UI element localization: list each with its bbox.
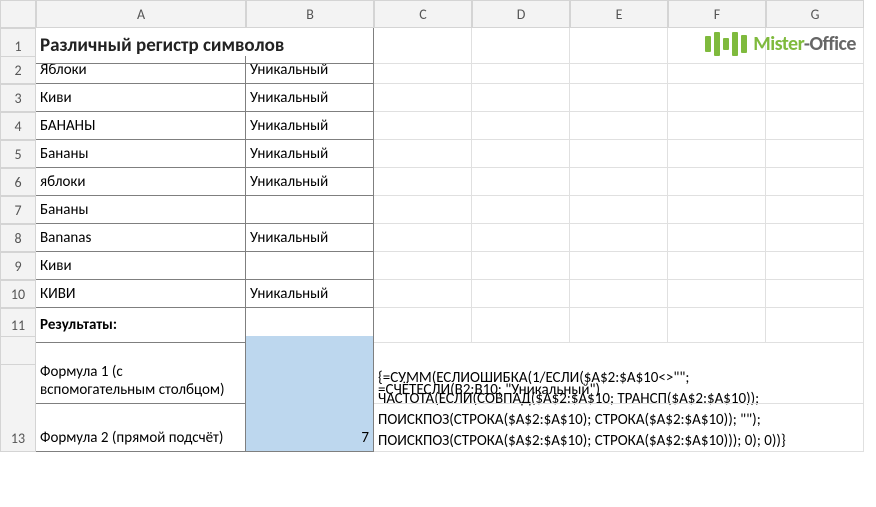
cell-B7[interactable] bbox=[246, 196, 374, 224]
cell-D10[interactable] bbox=[472, 280, 570, 308]
cell-G2[interactable] bbox=[766, 56, 864, 84]
cell-A5[interactable]: Бананы bbox=[36, 140, 246, 168]
cell-B4[interactable]: Уникальный bbox=[246, 112, 374, 140]
cell-C12[interactable]: =СЧЁТЕСЛИ(B2:B10; "Уникальный") bbox=[374, 336, 864, 404]
cell-E10[interactable] bbox=[570, 280, 668, 308]
cell-A7[interactable]: Бананы bbox=[36, 196, 246, 224]
cell-C5[interactable] bbox=[374, 140, 472, 168]
cell-F2[interactable] bbox=[668, 56, 766, 84]
cell-B3[interactable]: Уникальный bbox=[246, 84, 374, 112]
cell-G7[interactable] bbox=[766, 196, 864, 224]
cell-F6[interactable] bbox=[668, 168, 766, 196]
row-header-3[interactable]: 3 bbox=[0, 84, 36, 112]
row-header-4[interactable]: 4 bbox=[0, 112, 36, 140]
cell-E6[interactable] bbox=[570, 168, 668, 196]
cell-C8[interactable] bbox=[374, 224, 472, 252]
row-header-9[interactable]: 9 bbox=[0, 252, 36, 280]
cell-G5[interactable] bbox=[766, 140, 864, 168]
cell-E2[interactable] bbox=[570, 56, 668, 84]
cell-C3[interactable] bbox=[374, 84, 472, 112]
cell-F10[interactable] bbox=[668, 280, 766, 308]
cell-D2[interactable] bbox=[472, 56, 570, 84]
cell-G10[interactable] bbox=[766, 280, 864, 308]
cell-D3[interactable] bbox=[472, 84, 570, 112]
row-header-7[interactable]: 7 bbox=[0, 196, 36, 224]
cell-F4[interactable] bbox=[668, 112, 766, 140]
logo: Mister-Office bbox=[705, 32, 856, 56]
cell-A3[interactable]: Киви bbox=[36, 84, 246, 112]
cell-D6[interactable] bbox=[472, 168, 570, 196]
cell-B10[interactable]: Уникальный bbox=[246, 280, 374, 308]
cell-E5[interactable] bbox=[570, 140, 668, 168]
cell-F9[interactable] bbox=[668, 252, 766, 280]
col-header-E[interactable]: E bbox=[570, 0, 668, 28]
row-header-2[interactable]: 2 bbox=[0, 56, 36, 84]
spreadsheet-grid[interactable]: A B C D E F G 1 Различный регистр символ… bbox=[0, 0, 876, 392]
col-header-D[interactable]: D bbox=[472, 0, 570, 28]
col-header-B[interactable]: B bbox=[246, 0, 374, 28]
row-header-10[interactable]: 10 bbox=[0, 280, 36, 308]
cell-C4[interactable] bbox=[374, 112, 472, 140]
cell-E7[interactable] bbox=[570, 196, 668, 224]
cell-G8[interactable] bbox=[766, 224, 864, 252]
cell-A1[interactable]: Различный регистр символов bbox=[36, 28, 374, 64]
cell-D8[interactable] bbox=[472, 224, 570, 252]
row-header-6[interactable]: 6 bbox=[0, 168, 36, 196]
cell-B6[interactable]: Уникальный bbox=[246, 168, 374, 196]
col-header-F[interactable]: F bbox=[668, 0, 766, 28]
row-header-5[interactable]: 5 bbox=[0, 140, 36, 168]
cell-E3[interactable] bbox=[570, 84, 668, 112]
cell-G9[interactable] bbox=[766, 252, 864, 280]
cell-D7[interactable] bbox=[472, 196, 570, 224]
cell-D5[interactable] bbox=[472, 140, 570, 168]
cell-C9[interactable] bbox=[374, 252, 472, 280]
cell-F7[interactable] bbox=[668, 196, 766, 224]
logo-bars-icon bbox=[705, 32, 747, 56]
cell-A13[interactable]: Формула 2 (прямой подсчёт) bbox=[36, 364, 246, 452]
cell-C10[interactable] bbox=[374, 280, 472, 308]
cell-G3[interactable] bbox=[766, 84, 864, 112]
cell-C7[interactable] bbox=[374, 196, 472, 224]
cell-C2[interactable] bbox=[374, 56, 472, 84]
cell-B13[interactable]: 7 bbox=[246, 364, 374, 452]
cell-A6[interactable]: яблоки bbox=[36, 168, 246, 196]
col-header-C[interactable]: C bbox=[374, 0, 472, 28]
cell-B9[interactable] bbox=[246, 252, 374, 280]
select-all-corner[interactable] bbox=[0, 0, 36, 28]
row-header-13[interactable]: 13 bbox=[0, 364, 36, 452]
cell-B5[interactable]: Уникальный bbox=[246, 140, 374, 168]
row-header-8[interactable]: 8 bbox=[0, 224, 36, 252]
cell-F5[interactable] bbox=[668, 140, 766, 168]
cell-E4[interactable] bbox=[570, 112, 668, 140]
cell-C6[interactable] bbox=[374, 168, 472, 196]
cell-G4[interactable] bbox=[766, 112, 864, 140]
cell-D9[interactable] bbox=[472, 252, 570, 280]
cell-F3[interactable] bbox=[668, 84, 766, 112]
cell-A4[interactable]: БАНАНЫ bbox=[36, 112, 246, 140]
cell-D4[interactable] bbox=[472, 112, 570, 140]
col-header-A[interactable]: A bbox=[36, 0, 246, 28]
cell-A10[interactable]: КИВИ bbox=[36, 280, 246, 308]
cell-G6[interactable] bbox=[766, 168, 864, 196]
cell-B8[interactable]: Уникальный bbox=[246, 224, 374, 252]
logo-text: Mister-Office bbox=[753, 32, 856, 56]
cell-E8[interactable] bbox=[570, 224, 668, 252]
cell-E9[interactable] bbox=[570, 252, 668, 280]
cell-F8[interactable] bbox=[668, 224, 766, 252]
cell-A8[interactable]: Bananas bbox=[36, 224, 246, 252]
col-header-G[interactable]: G bbox=[766, 0, 864, 28]
cell-A9[interactable]: Киви bbox=[36, 252, 246, 280]
